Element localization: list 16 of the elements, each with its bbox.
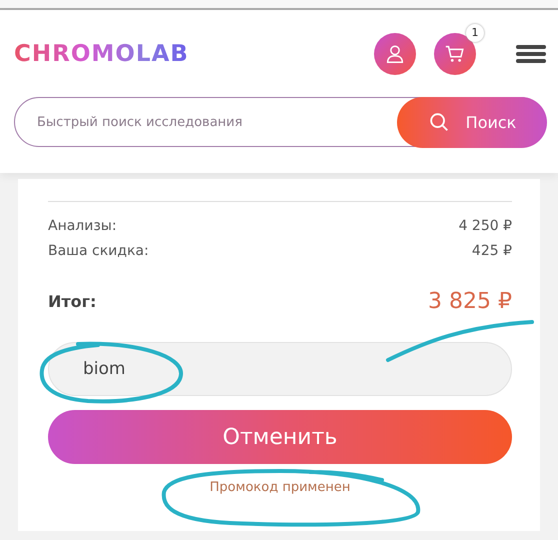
search-button[interactable]: Поиск [397, 96, 547, 148]
summary-value: 425 ₽ [472, 243, 512, 259]
total-value: 3 825 ₽ [428, 289, 512, 314]
promo-status: Промокод применен [208, 480, 352, 495]
summary-value: 4 250 ₽ [458, 218, 512, 234]
summary-label: Ваша скидка: [48, 243, 149, 259]
cart-count-badge: 1 [466, 24, 484, 42]
menu-icon[interactable] [516, 44, 546, 64]
total-label: Итог: [48, 292, 96, 311]
search-icon [428, 111, 450, 133]
profile-button[interactable] [374, 32, 416, 74]
user-icon [384, 42, 406, 64]
cancel-button[interactable]: Отменить [48, 410, 512, 464]
summary-label: Анализы: [48, 218, 117, 234]
promo-code-field[interactable]: biom [48, 342, 512, 396]
search-field[interactable]: Быстрый поиск исследования Поиск [14, 97, 546, 147]
